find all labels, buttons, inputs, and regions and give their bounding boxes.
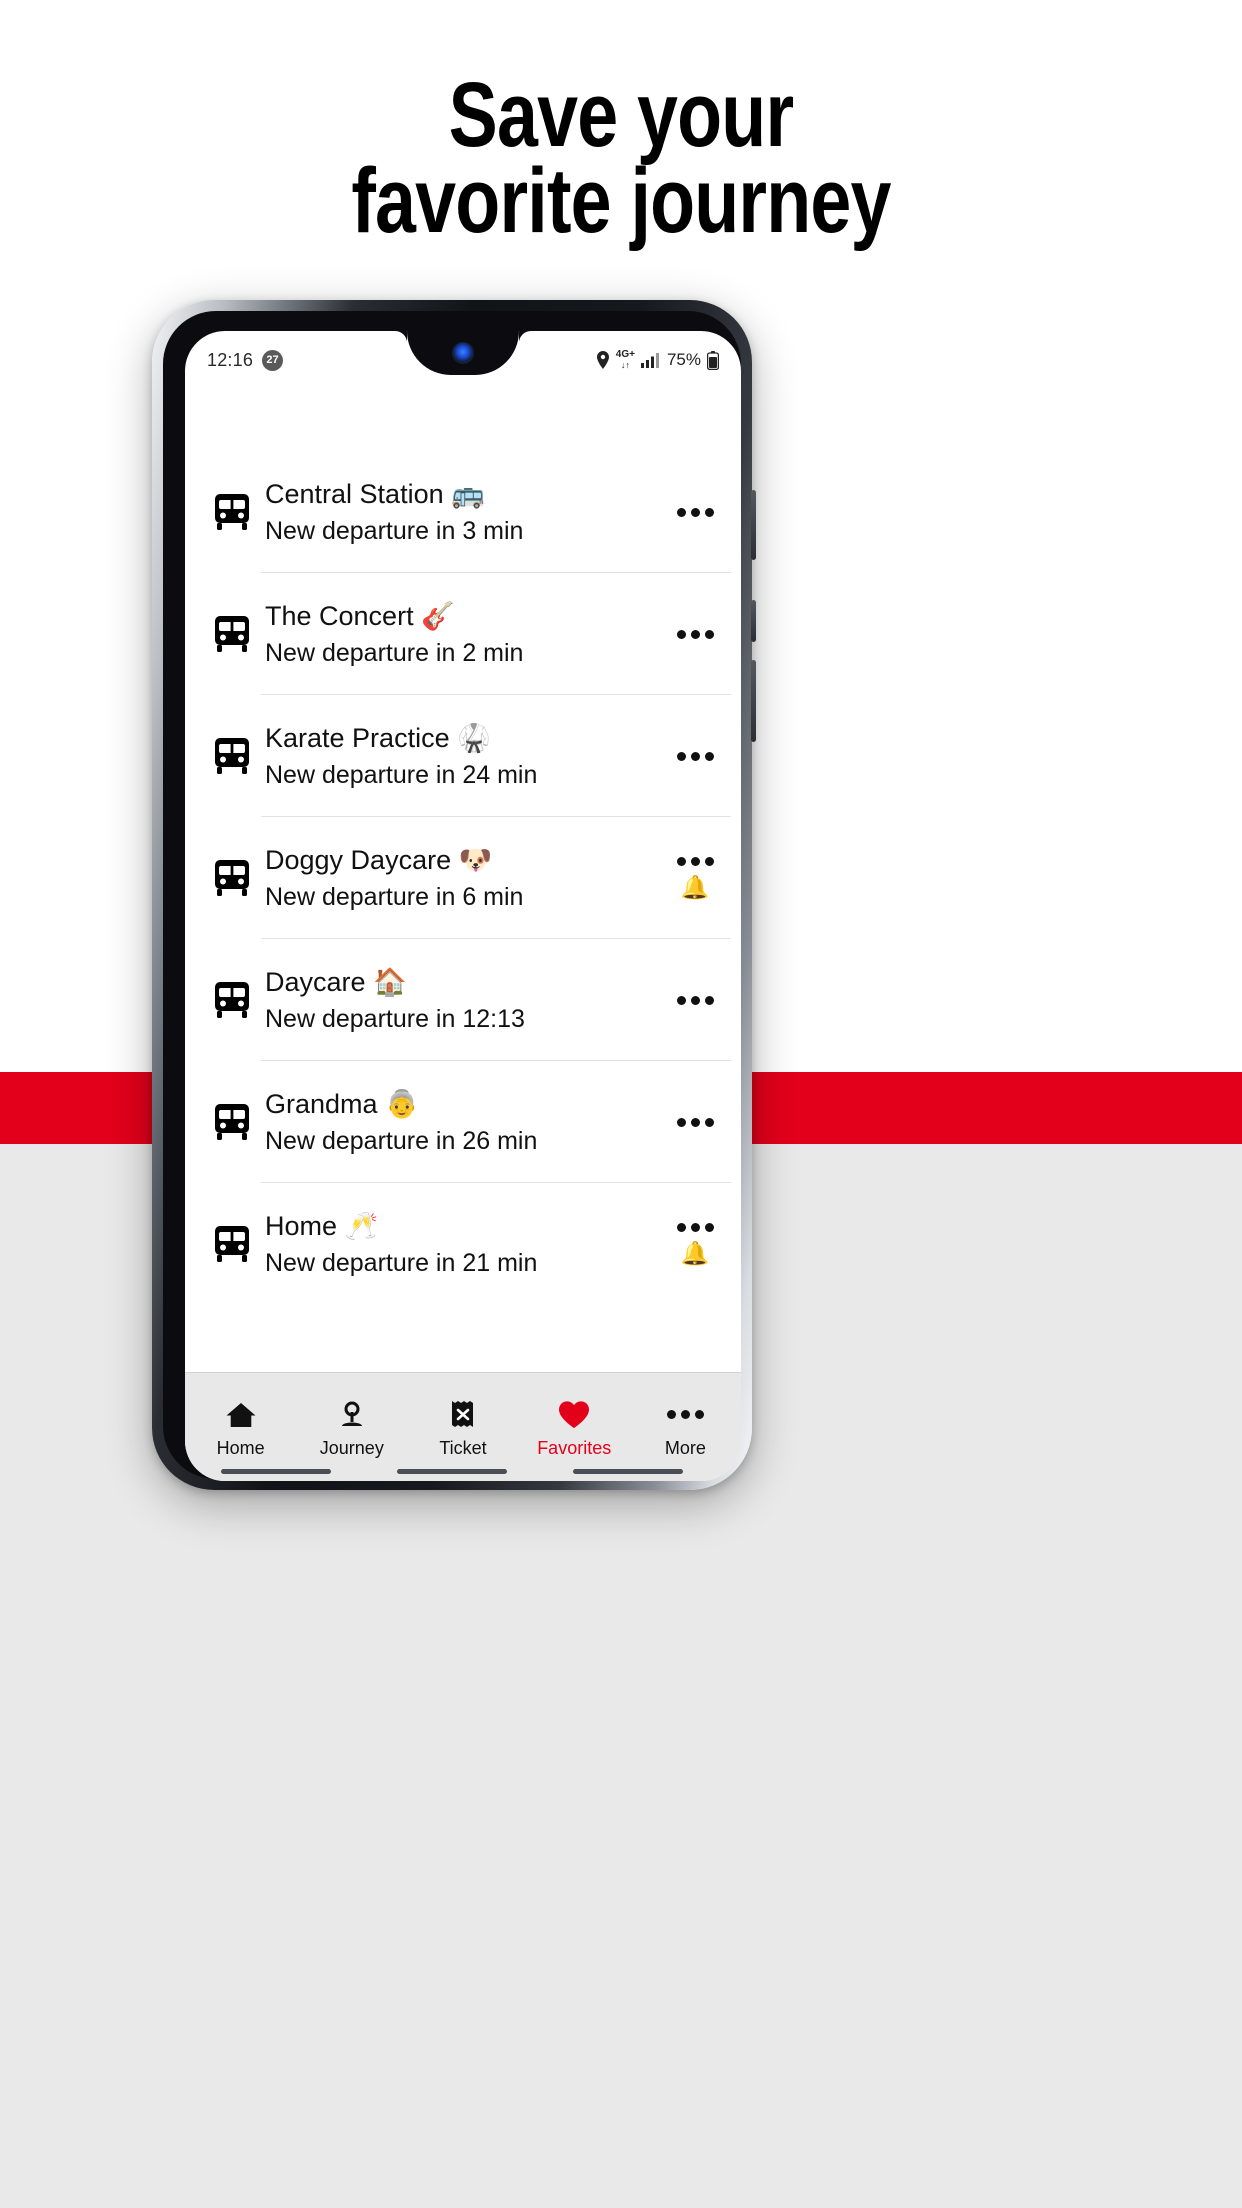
battery-icon xyxy=(707,350,719,370)
favorite-title: Karate Practice 🥋 xyxy=(265,723,491,753)
heart-icon xyxy=(558,1398,590,1432)
more-options-icon[interactable] xyxy=(676,751,714,761)
front-camera-icon xyxy=(452,342,474,364)
bus-icon xyxy=(203,734,261,778)
more-options-icon[interactable] xyxy=(676,1117,714,1127)
more-options-icon[interactable] xyxy=(676,507,714,517)
nav-item-journey[interactable]: Journey xyxy=(296,1398,407,1457)
more-options-icon[interactable] xyxy=(676,629,714,639)
nav-item-home[interactable]: Home xyxy=(185,1398,296,1457)
list-item[interactable]: Grandma 👵 New departure in 26 min xyxy=(185,1061,741,1183)
nav-label-more: More xyxy=(664,1437,706,1458)
nav-label-home: Home xyxy=(216,1437,265,1458)
favorites-list[interactable]: Central Station 🚌 New departure in 3 min xyxy=(185,389,741,1349)
chin-segment xyxy=(573,1469,683,1474)
chin-segment xyxy=(221,1469,331,1474)
bus-icon xyxy=(203,490,261,534)
alarm-bell-icon[interactable]: 🔔 xyxy=(681,1242,710,1265)
nav-label-ticket: Ticket xyxy=(439,1437,487,1458)
nav-label-favorites: Favorites xyxy=(537,1437,612,1458)
bus-icon xyxy=(203,1222,261,1266)
list-item-text: The Concert 🎸 New departure in 2 min xyxy=(261,599,667,669)
phone-volume-up-button[interactable] xyxy=(751,600,756,642)
headline-line-1: Save your xyxy=(448,64,794,166)
list-divider xyxy=(261,1304,731,1305)
phone-bottom-chin xyxy=(163,1469,741,1474)
list-item[interactable]: The Concert 🎸 New departure in 2 min xyxy=(185,573,741,695)
nav-item-more[interactable]: More xyxy=(630,1398,741,1457)
list-item-actions xyxy=(667,1117,723,1127)
location-pin-icon xyxy=(596,351,610,369)
favorite-departure: New departure in 24 min xyxy=(265,761,538,789)
bus-icon xyxy=(203,1100,261,1144)
page-title: Save your favorite journey xyxy=(124,64,1118,252)
list-item-actions: 🔔 xyxy=(667,1223,723,1265)
status-time: 12:16 xyxy=(207,349,254,370)
list-item-actions: 🔔 xyxy=(667,857,723,899)
list-item-text: Grandma 👵 New departure in 26 min xyxy=(261,1087,667,1157)
favorite-title: Home 🥂 xyxy=(265,1211,379,1241)
phone-power-button[interactable] xyxy=(751,490,756,560)
more-options-icon[interactable] xyxy=(676,1223,714,1232)
more-options-icon[interactable] xyxy=(676,995,714,1005)
favorite-departure: New departure in 26 min xyxy=(265,1127,538,1155)
status-bar-left: 12:16 27 xyxy=(207,349,284,371)
favorite-departure: New departure in 12:13 xyxy=(265,1005,525,1033)
nav-item-ticket[interactable]: Ticket xyxy=(407,1398,518,1457)
mobile-data-indicator: 4G+ ↓↑ xyxy=(616,350,635,370)
list-item[interactable]: Central Station 🚌 New departure in 3 min xyxy=(185,451,741,573)
favorite-title: Doggy Daycare 🐶 xyxy=(265,845,493,875)
list-item-text: Doggy Daycare 🐶 New departure in 6 min xyxy=(261,843,667,913)
list-item[interactable]: Home 🥂 New departure in 21 min 🔔 xyxy=(185,1183,741,1305)
bus-icon xyxy=(203,612,261,656)
data-transfer-arrows-icon: ↓↑ xyxy=(620,360,630,370)
map-pin-icon xyxy=(337,1398,367,1432)
phone-screen: 12:16 27 4G+ ↓↑ 75% Central Station 🚌 Ne… xyxy=(185,331,741,1481)
bottom-navigation: Home Journey Ticket Favorites More xyxy=(185,1372,741,1481)
list-item-text: Central Station 🚌 New departure in 3 min xyxy=(261,477,667,547)
network-type-label: 4G+ xyxy=(615,349,635,360)
chin-segment xyxy=(397,1469,507,1474)
bus-icon xyxy=(203,978,261,1022)
favorite-title: Grandma 👵 xyxy=(265,1089,419,1119)
phone-volume-down-button[interactable] xyxy=(751,660,756,742)
ticket-icon xyxy=(449,1398,477,1432)
home-icon xyxy=(225,1398,257,1432)
list-item-text: Daycare 🏠 New departure in 12:13 xyxy=(261,965,667,1035)
list-item-actions xyxy=(667,995,723,1005)
phone-bezel: 12:16 27 4G+ ↓↑ 75% Central Station 🚌 Ne… xyxy=(163,311,741,1481)
list-item[interactable]: Doggy Daycare 🐶 New departure in 6 min 🔔 xyxy=(185,817,741,939)
favorite-title: Daycare 🏠 xyxy=(265,967,407,997)
favorite-title: The Concert 🎸 xyxy=(265,601,455,631)
list-item-actions xyxy=(667,507,723,517)
battery-percent-label: 75% xyxy=(666,350,701,369)
more-dots-icon xyxy=(666,1398,704,1432)
nav-item-favorites[interactable]: Favorites xyxy=(519,1398,630,1457)
list-item-text: Home 🥂 New departure in 21 min xyxy=(261,1209,667,1279)
signal-bars-icon xyxy=(640,352,659,368)
favorite-title: Central Station 🚌 xyxy=(265,479,485,509)
notification-count-badge: 27 xyxy=(262,349,284,371)
list-item-actions xyxy=(667,751,723,761)
favorite-departure: New departure in 21 min xyxy=(265,1249,538,1277)
headline-line-2: favorite journey xyxy=(351,150,891,252)
list-item[interactable]: Karate Practice 🥋 New departure in 24 mi… xyxy=(185,695,741,817)
favorite-departure: New departure in 6 min xyxy=(265,883,524,911)
list-item[interactable]: Daycare 🏠 New departure in 12:13 xyxy=(185,939,741,1061)
list-item-text: Karate Practice 🥋 New departure in 24 mi… xyxy=(261,721,667,791)
more-options-icon[interactable] xyxy=(676,857,714,866)
status-bar-right: 4G+ ↓↑ 75% xyxy=(596,350,719,370)
bus-icon xyxy=(203,856,261,900)
list-item-actions xyxy=(667,629,723,639)
favorite-departure: New departure in 2 min xyxy=(265,639,524,667)
alarm-bell-icon[interactable]: 🔔 xyxy=(681,876,710,899)
favorite-departure: New departure in 3 min xyxy=(265,517,524,545)
nav-label-journey: Journey xyxy=(319,1437,384,1458)
phone-mockup: 12:16 27 4G+ ↓↑ 75% Central Station 🚌 Ne… xyxy=(152,300,756,1490)
